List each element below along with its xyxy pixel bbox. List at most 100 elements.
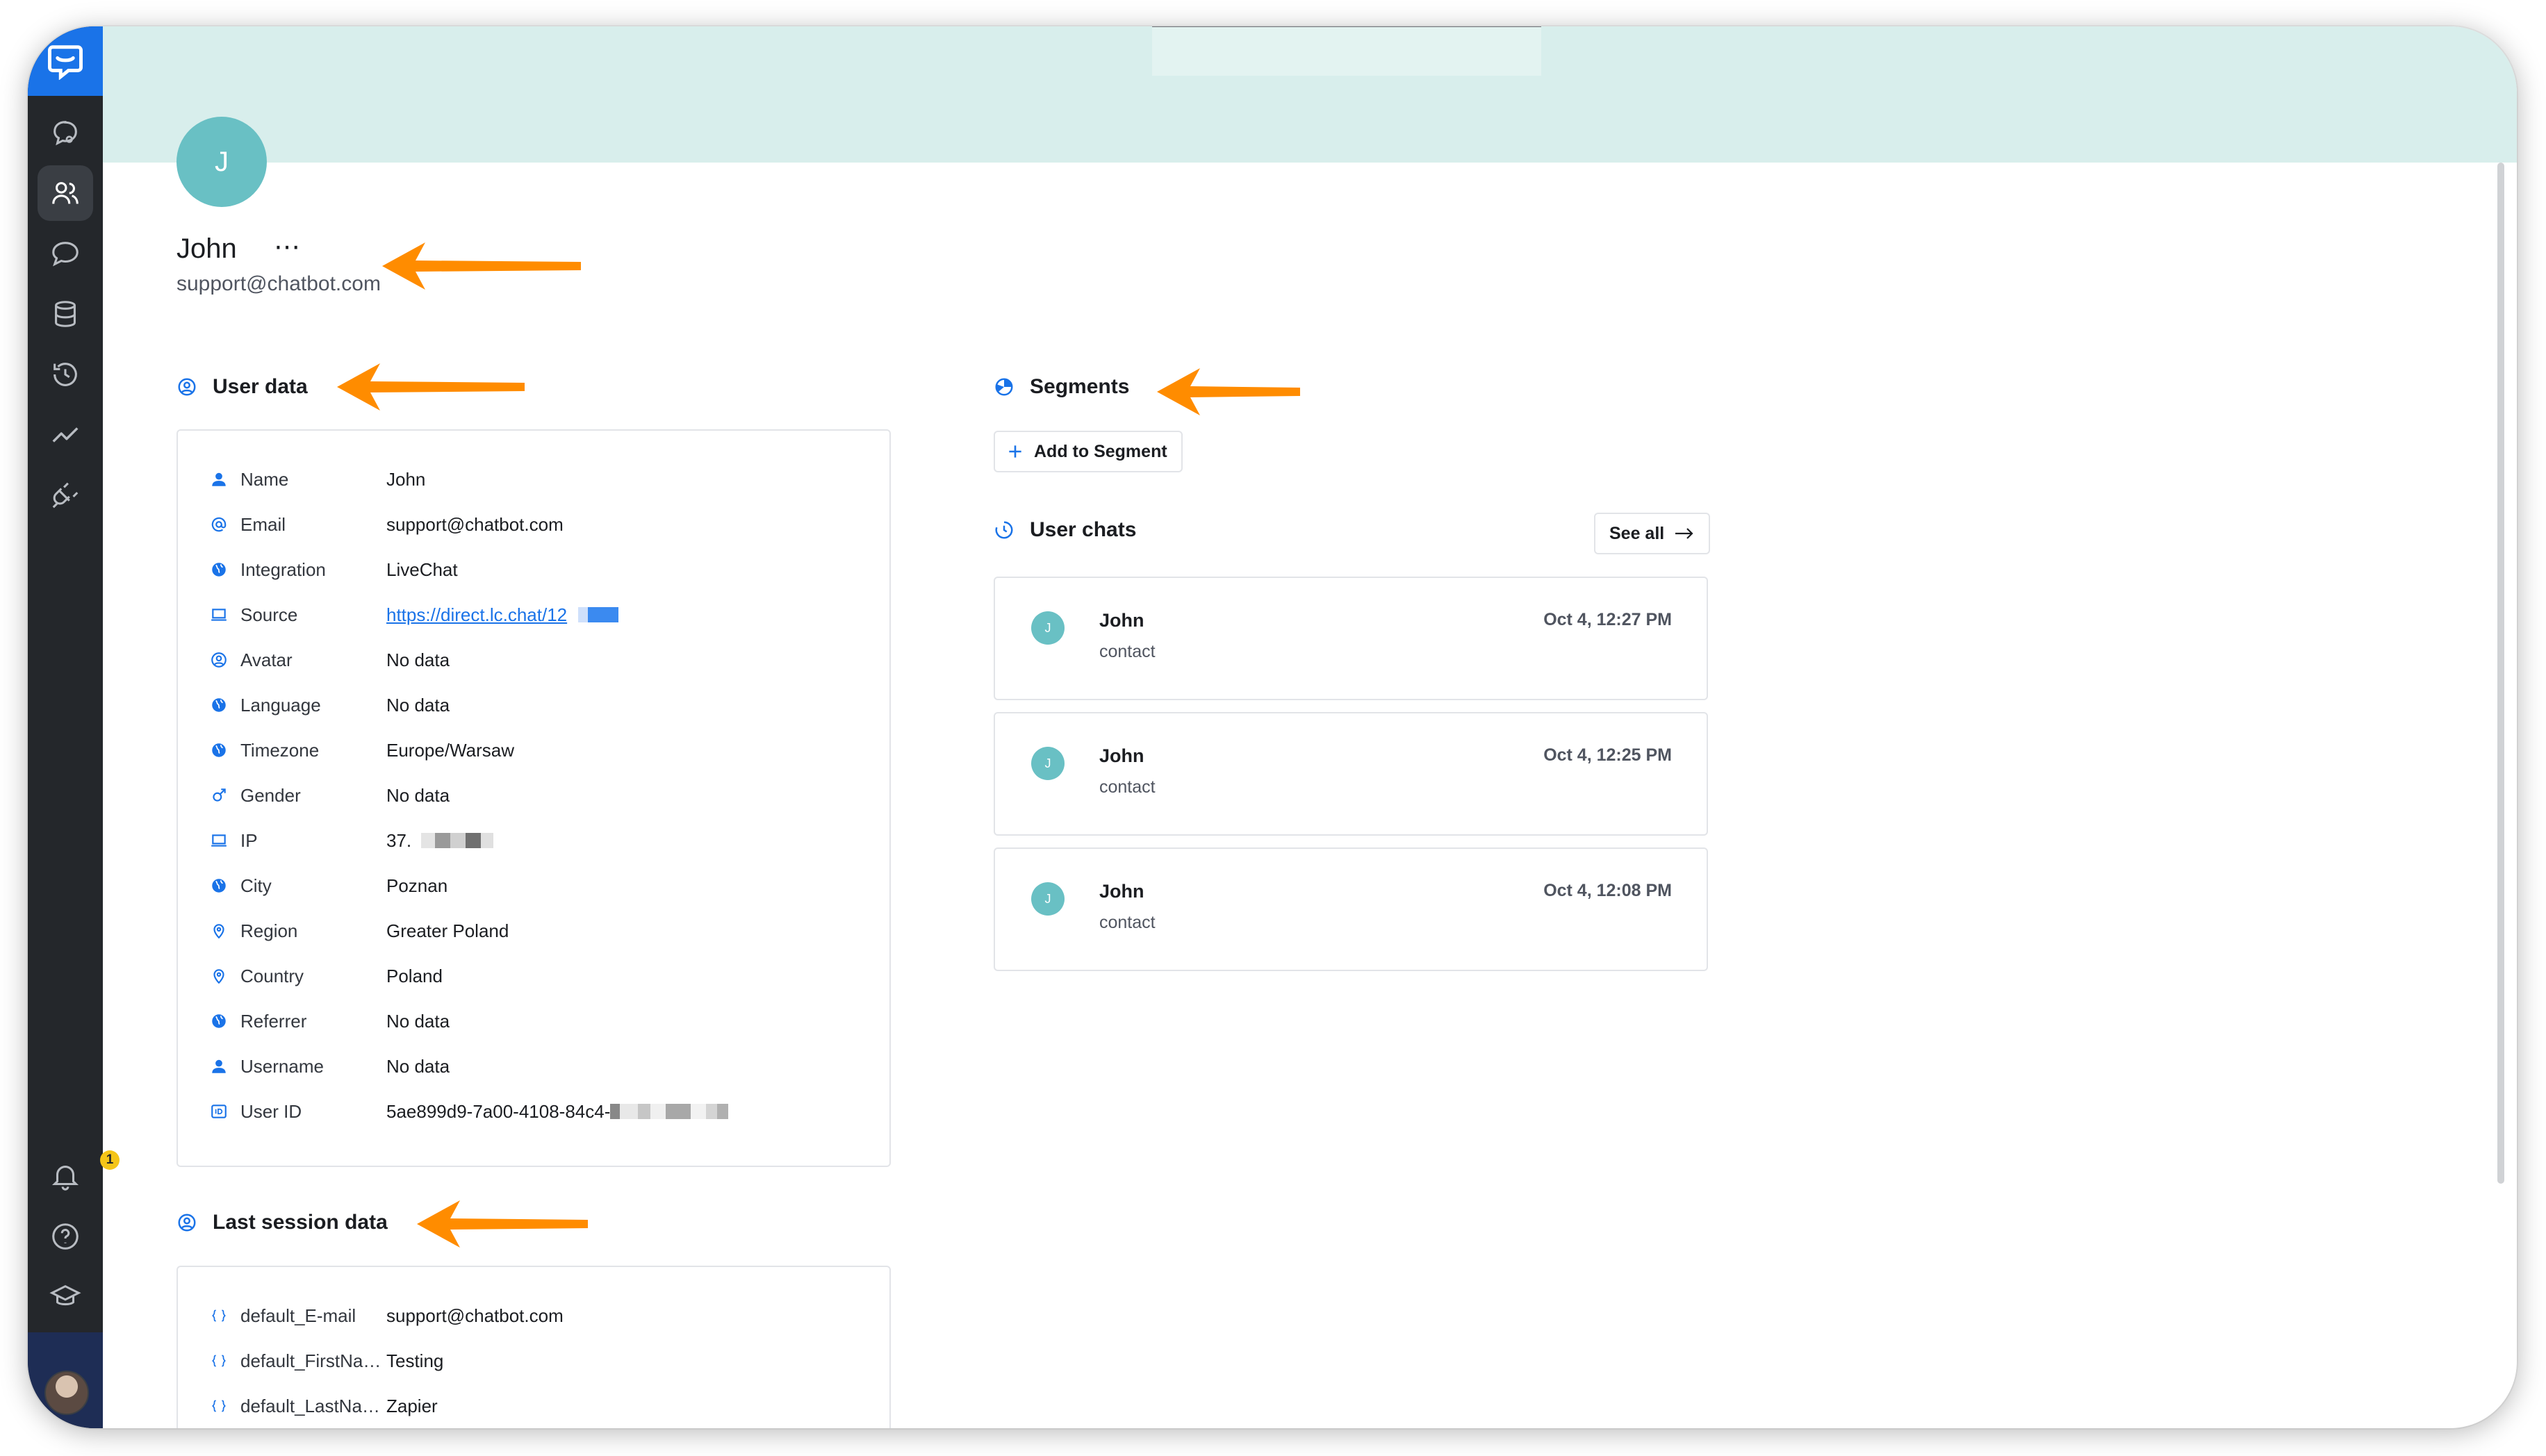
redaction-block [610,1104,621,1119]
row-label: Gender [240,784,301,806]
row-label: Email [240,513,286,535]
row-value: Testing [386,1350,444,1371]
redaction-block [650,1104,666,1119]
row-label: Avatar [240,649,293,670]
redaction-block [666,1104,691,1119]
segments-heading: Segments [994,375,1129,399]
globe-icon [208,695,229,715]
row-label: Integration [240,559,326,580]
session-row: default_E-mail support@chatbot.com [208,1302,564,1330]
chat-subtitle: contact [1099,913,1156,932]
nav-reports[interactable] [38,407,93,463]
plus-icon [1009,445,1021,458]
user-data-title: User data [213,375,308,398]
user-data-row: Language No data [208,691,450,719]
annotation-arrow [382,242,581,290]
session-row: default_LastName Zapier [208,1392,438,1420]
scrollbar[interactable] [2497,163,2504,1184]
user-circle-icon [208,650,229,670]
add-to-segment-label: Add to Segment [1034,441,1167,461]
user-data-row: Region Greater Poland [208,917,509,945]
user-data-row: Name John [208,465,425,493]
row-value: LiveChat [386,559,458,580]
chat-name: John [1099,881,1144,902]
row-label: default_E-mail [240,1305,356,1326]
pie-chart-icon [995,378,1013,396]
nav-history[interactable] [38,347,93,402]
chat-bubble-icon [54,121,77,146]
row-value: support@chatbot.com [386,513,564,535]
add-to-segment-button[interactable]: Add to Segment [994,431,1183,472]
row-label: Name [240,468,289,490]
row-value: No data [386,694,450,715]
nav-users[interactable] [38,165,93,221]
bell-icon [51,1166,79,1191]
row-value: No data [386,1055,450,1077]
notification-count-badge: 1 [100,1150,120,1170]
last-session-heading: Last session data [176,1211,388,1234]
row-value: Poznan [386,875,448,896]
user-chats-heading: User chats [994,518,1136,542]
row-label: default_FirstName [240,1350,386,1371]
redaction-block [435,833,451,848]
chat-card[interactable]: J John contact Oct 4, 12:08 PM [994,847,1708,971]
chat-subtitle: contact [1099,777,1156,797]
annotation-arrow [417,1200,588,1248]
see-all-label: See all [1609,523,1665,543]
nav-data[interactable] [38,286,93,342]
speech-bubbles-icon [52,242,79,267]
chat-name: John [1099,610,1144,631]
braces-icon [208,1396,229,1416]
sidebar: 1 [28,26,120,1428]
row-label: IP [240,829,258,851]
see-all-button[interactable]: See all [1594,513,1711,554]
row-value: 5ae899d9-7a00-4108-84c4- [386,1100,611,1122]
more-options-icon[interactable]: ⋯ [274,234,301,260]
user-data-row: Avatar No data [208,646,450,674]
last-session-card: default_E-mail support@chatbot.com defau… [176,1266,891,1428]
row-label: Language [240,694,321,715]
user-data-row: Gender No data [208,781,450,809]
pin-icon [208,920,229,941]
nav-notifications[interactable] [38,1148,93,1204]
user-data-row: Source https://direct.lc.chat/12 [208,601,619,629]
user-chats-title: User chats [1030,518,1137,541]
account-avatar[interactable] [44,1371,89,1415]
annotation-arrow [1157,368,1300,415]
chat-avatar: J [1031,611,1065,645]
redaction-block [466,833,482,848]
chat-card[interactable]: J John contact Oct 4, 12:27 PM [994,577,1708,700]
nav-chats[interactable] [38,105,93,160]
nav-stories[interactable] [38,226,93,281]
chat-time: Oct 4, 12:27 PM [1543,610,1672,629]
chatbot-logo[interactable] [28,26,103,96]
user-circle-icon [178,378,196,396]
banner-tab [1152,26,1541,76]
source-link[interactable]: https://direct.lc.chat/12 [386,604,567,626]
nav-help[interactable] [38,1209,93,1264]
chat-card[interactable]: J John contact Oct 4, 12:25 PM [994,712,1708,836]
user-data-row: Country Poland [208,962,443,990]
user-data-card: Name John Email support@chatbot.com Inte… [176,429,891,1167]
row-value: No data [386,649,450,670]
user-data-row: Email support@chatbot.com [208,511,564,538]
redaction-block [421,833,436,848]
nav-academy[interactable] [38,1269,93,1325]
user-circle-icon [178,1214,196,1232]
redaction-block [717,1104,729,1119]
globe-icon [208,740,229,761]
nav-integrations[interactable] [38,468,93,523]
profile-email: support@chatbot.com [176,272,381,295]
chat-subtitle: contact [1099,642,1156,661]
row-label: Timezone [240,739,320,761]
plug-icon [52,482,79,508]
user-data-row: IP 37. [208,827,494,854]
id-icon [208,1101,229,1122]
globe-icon [208,875,229,896]
row-label: Country [240,965,304,986]
pin-icon [208,966,229,986]
row-label: Source [240,604,298,625]
row-label: Region [240,920,298,941]
segments-title: Segments [1030,375,1130,398]
braces-icon [208,1305,229,1326]
